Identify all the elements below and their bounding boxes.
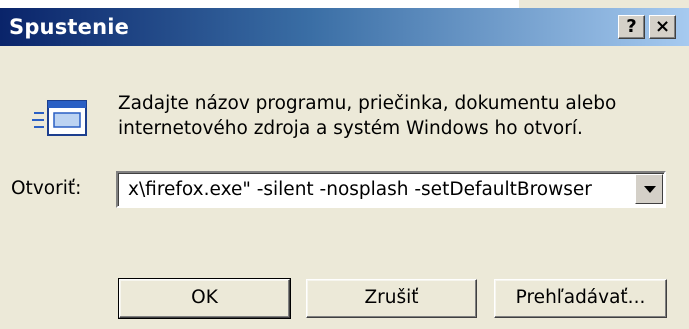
open-label: Otvoriť: bbox=[11, 178, 82, 199]
help-button[interactable]: ? bbox=[618, 15, 645, 39]
open-combobox[interactable]: x\firefox.exe" -silent -nosplash -setDef… bbox=[116, 171, 666, 208]
description-line-1: Zadajte názov programu, priečinka, dokum… bbox=[118, 93, 617, 114]
chevron-down-icon bbox=[644, 186, 656, 193]
close-button[interactable]: × bbox=[649, 15, 676, 39]
dropdown-button[interactable] bbox=[635, 174, 663, 204]
open-input[interactable]: x\firefox.exe" -silent -nosplash -setDef… bbox=[128, 179, 628, 200]
ok-button[interactable]: OK bbox=[118, 278, 291, 319]
run-program-icon bbox=[32, 100, 87, 136]
browse-button[interactable]: Prehľadávať... bbox=[494, 279, 667, 318]
top-strip bbox=[0, 0, 689, 8]
cancel-button[interactable]: Zrušiť bbox=[306, 279, 477, 318]
title-bar[interactable]: Spustenie ? × bbox=[0, 8, 689, 46]
description-line-2: internetového zdroja a systém Windows ho… bbox=[118, 118, 583, 139]
top-strip-shade bbox=[519, 0, 689, 8]
window-title: Spustenie bbox=[9, 15, 130, 39]
run-dialog: Spustenie ? × Zadajte názov programu, pr… bbox=[0, 0, 689, 329]
